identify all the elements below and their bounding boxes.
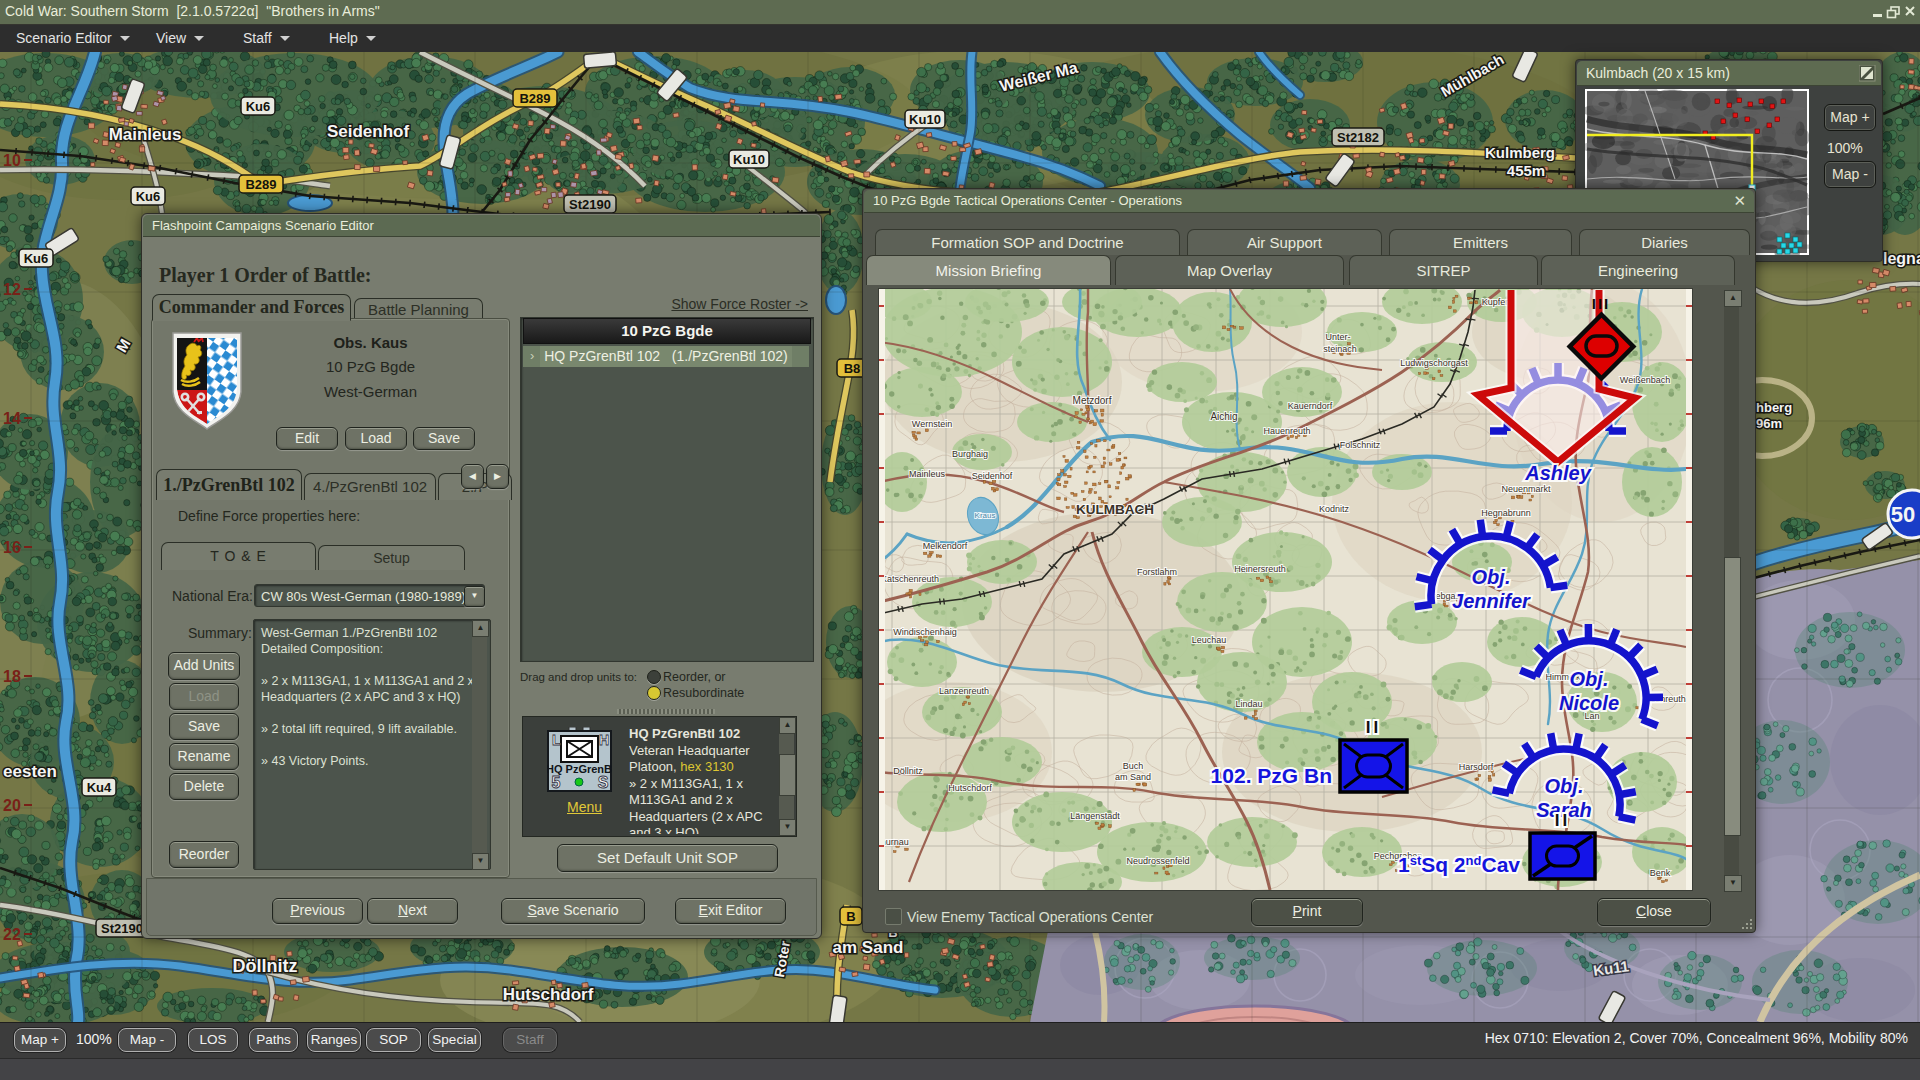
svg-text:Hegnabrunn: Hegnabrunn [1481, 508, 1531, 518]
svg-text:Nicole: Nicole [1559, 692, 1619, 714]
svg-text:Kraus: Kraus [975, 511, 996, 520]
svg-text:Obj.: Obj. [1570, 668, 1609, 690]
svg-text:Melkendorf: Melkendorf [923, 541, 968, 551]
svg-text:Burghaig: Burghaig [952, 449, 988, 459]
svg-text:L: L [552, 732, 561, 748]
svg-text:Längenstadt: Längenstadt [1070, 811, 1120, 821]
svg-text:Hutschdorf: Hutschdorf [948, 783, 992, 793]
svg-text:Heinersreuth: Heinersreuth [1234, 564, 1286, 574]
svg-text:Unter-: Unter- [1325, 332, 1350, 342]
svg-text:Aichig: Aichig [1210, 411, 1237, 422]
svg-text:Buch: Buch [1123, 761, 1144, 771]
svg-text:Ludwigschorgast: Ludwigschorgast [1400, 358, 1468, 368]
svg-text:Leuchau: Leuchau [1192, 635, 1227, 645]
svg-text:S: S [598, 774, 609, 791]
svg-text:Kodnitz: Kodnitz [1319, 504, 1350, 514]
svg-text:am Sand: am Sand [1115, 772, 1151, 782]
svg-text:Ashley: Ashley [1524, 462, 1591, 484]
svg-text:Obj.: Obj. [1472, 566, 1511, 588]
svg-text:Jennifer: Jennifer [1452, 590, 1531, 612]
svg-text:Weißenbach: Weißenbach [1620, 375, 1670, 385]
svg-text:Neuenmarkt: Neuenmarkt [1501, 484, 1551, 494]
svg-text:steinach: steinach [1323, 344, 1357, 354]
svg-text:Kupfer: Kupfer [1482, 297, 1509, 307]
svg-text:Neudrossenfeld: Neudrossenfeld [1126, 856, 1189, 866]
svg-text:Hauenreuth: Hauenreuth [1263, 426, 1310, 436]
svg-text:Seidenhof: Seidenhof [972, 471, 1013, 481]
svg-text:Harsdorf: Harsdorf [1459, 762, 1494, 772]
svg-text:Döllnitz: Döllnitz [893, 766, 923, 776]
svg-text:102. PzG Bn: 102. PzG Bn [1211, 764, 1332, 787]
svg-text:Mainleus: Mainleus [909, 469, 946, 479]
svg-text:III: III [1592, 295, 1611, 312]
svg-text:Wernstein: Wernstein [912, 419, 952, 429]
svg-text:Obj.: Obj. [1545, 775, 1584, 797]
svg-text:Kauerndorf: Kauerndorf [1288, 401, 1333, 411]
svg-text:II: II [1366, 718, 1381, 737]
svg-text:II: II [1555, 811, 1570, 830]
svg-text:Lanzenreuth: Lanzenreuth [939, 686, 989, 696]
svg-text:5: 5 [552, 774, 561, 791]
svg-text:Katschenreuth: Katschenreuth [881, 574, 939, 584]
svg-text:Metzdorf: Metzdorf [1073, 395, 1112, 406]
svg-text:Forstlahm: Forstlahm [1137, 567, 1177, 577]
svg-text:Benk: Benk [1650, 868, 1671, 878]
svg-text:KULMBACH: KULMBACH [1076, 502, 1154, 517]
svg-text:H: H [599, 732, 609, 748]
svg-text:Folschnitz: Folschnitz [1340, 440, 1381, 450]
svg-text:Lindau: Lindau [1235, 699, 1262, 709]
svg-text:Windischenhaig: Windischenhaig [893, 627, 957, 637]
